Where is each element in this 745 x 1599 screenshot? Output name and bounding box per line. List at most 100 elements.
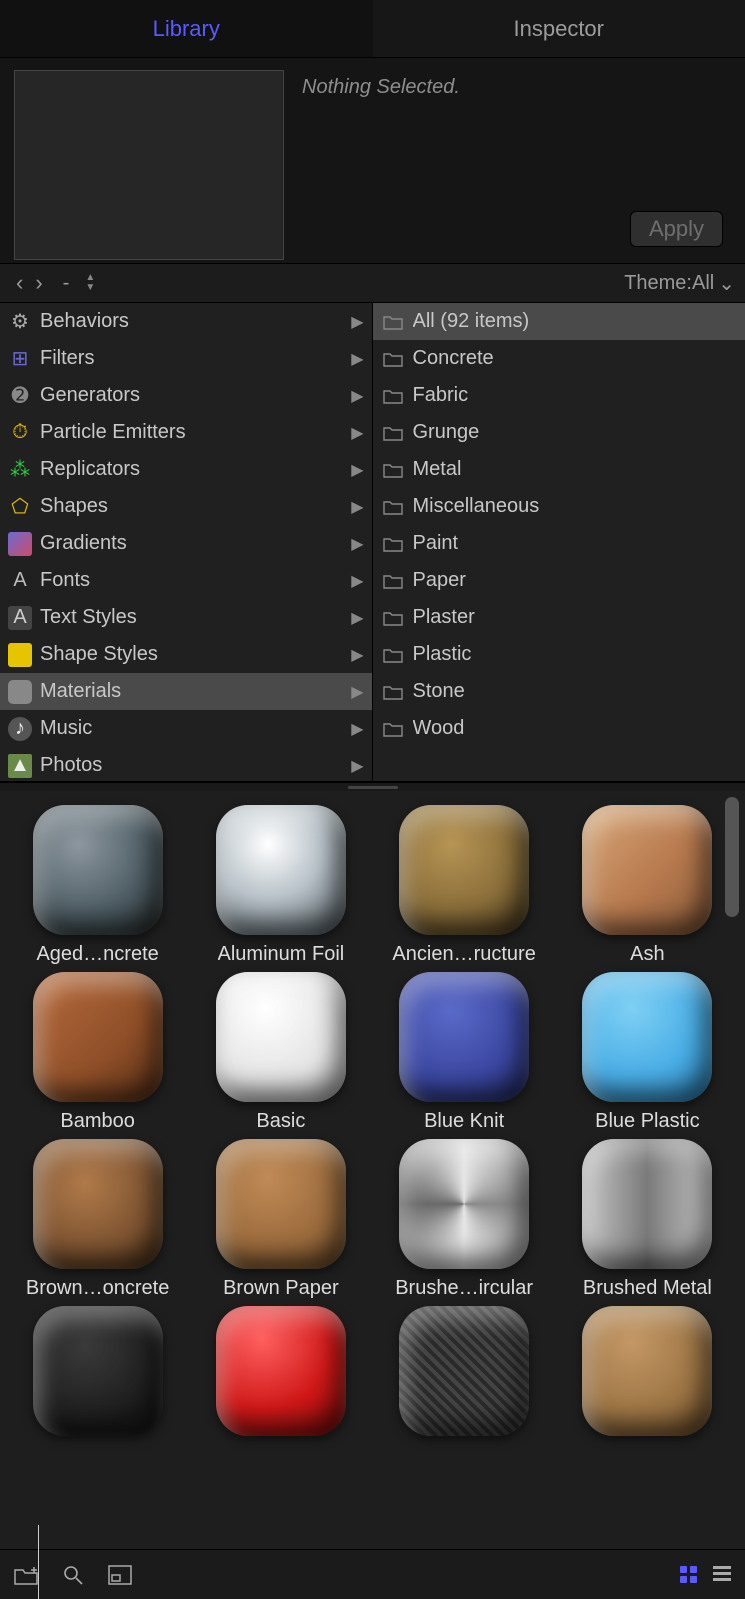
category-label: Gradients [40,532,343,555]
material-item[interactable]: Blue Plastic [556,972,739,1133]
folder-icon [381,606,405,630]
material-label: Bamboo [60,1110,135,1133]
subcategory-label: Paint [413,532,738,555]
subcategory-miscellaneous[interactable]: Miscellaneous [373,488,745,525]
subcategory-plaster[interactable]: Plaster [373,599,745,636]
folder-icon [381,458,405,482]
material-label: Brown…oncrete [26,1277,169,1300]
splitter-handle[interactable] [0,783,745,791]
subcategory-stone[interactable]: Stone [373,673,745,710]
path-stepper[interactable]: ▲▼ [85,273,95,293]
search-icon[interactable] [62,1564,84,1586]
material-item[interactable]: Ash [556,805,739,966]
material-label: Brushe…ircular [395,1277,533,1300]
chevron-right-icon: ▶ [351,497,363,517]
generators-icon: ➋ [8,384,32,408]
category-shape-styles[interactable]: Shape Styles▶ [0,636,372,673]
subcategory-fabric[interactable]: Fabric [373,377,745,414]
category-label: Particle Emitters [40,421,343,444]
chevron-right-icon: ▶ [351,312,363,332]
material-item[interactable]: Basic [189,972,372,1133]
preview-pane: Nothing Selected. Apply [0,58,745,263]
material-label: Basic [256,1110,305,1133]
folder-icon [381,347,405,371]
category-replicators[interactable]: ⁂Replicators▶ [0,451,372,488]
category-label: Photos [40,754,343,777]
apply-button[interactable]: Apply [630,211,723,247]
folder-icon [381,384,405,408]
material-swatch [582,972,712,1102]
list-view-button[interactable] [713,1566,731,1583]
material-item[interactable]: Bamboo [6,972,189,1133]
subcategory-metal[interactable]: Metal [373,451,745,488]
theme-value[interactable]: All [692,272,714,295]
folder-icon [381,532,405,556]
tab-library[interactable]: Library [0,0,373,57]
particle-icon: ⏱ [8,421,32,445]
subcategory-label: Concrete [413,347,738,370]
material-label: Ancien…ructure [392,943,535,966]
material-swatch [399,1306,529,1436]
chevron-right-icon: ▶ [351,534,363,554]
theme-label: Theme: [624,272,692,295]
chevron-right-icon: ▶ [351,645,363,665]
category-text-styles[interactable]: AText Styles▶ [0,599,372,636]
folder-icon [381,310,405,334]
material-item[interactable]: Brown…oncrete [6,1139,189,1300]
subcategory-paper[interactable]: Paper [373,562,745,599]
category-particle-emitters[interactable]: ⏱Particle Emitters▶ [0,414,372,451]
category-label: Behaviors [40,310,343,333]
category-label: Shapes [40,495,343,518]
new-folder-icon[interactable] [14,1565,38,1585]
category-behaviors[interactable]: ⚙Behaviors▶ [0,303,372,340]
material-item[interactable]: Brushe…ircular [373,1139,556,1300]
annotation-line [38,1525,39,1599]
preview-status: Nothing Selected. [302,76,460,251]
material-swatch [582,1306,712,1436]
material-item[interactable] [6,1306,189,1444]
material-swatch [216,972,346,1102]
material-item[interactable]: Aged…ncrete [6,805,189,966]
category-label: Filters [40,347,343,370]
material-swatch [399,805,529,935]
folder-icon [381,717,405,741]
subcategory-wood[interactable]: Wood [373,710,745,747]
material-item[interactable] [373,1306,556,1444]
category-materials[interactable]: Materials▶ [0,673,372,710]
nav-back-button[interactable]: ‹ [10,270,29,296]
category-label: Text Styles [40,606,343,629]
material-label: Aged…ncrete [36,943,158,966]
material-item[interactable]: Ancien…ructure [373,805,556,966]
material-item[interactable]: Brushed Metal [556,1139,739,1300]
nav-forward-button[interactable]: › [29,270,48,296]
category-gradients[interactable]: Gradients ▶ [0,525,372,562]
category-music[interactable]: ♪Music▶ [0,710,372,747]
material-item[interactable]: Aluminum Foil [189,805,372,966]
subcategory-concrete[interactable]: Concrete [373,340,745,377]
material-item[interactable] [556,1306,739,1444]
scrollbar[interactable] [725,797,739,917]
category-generators[interactable]: ➋Generators▶ [0,377,372,414]
material-swatch [216,805,346,935]
chevron-down-icon[interactable]: ⌄ [718,271,735,296]
category-photos[interactable]: ▲Photos▶ [0,747,372,781]
material-item[interactable]: Blue Knit [373,972,556,1133]
path-bar: ‹ › - ▲▼ Theme: All ⌄ [0,263,745,303]
category-shapes[interactable]: ⬠Shapes▶ [0,488,372,525]
subcategory-plastic[interactable]: Plastic [373,636,745,673]
subcategory-paint[interactable]: Paint [373,525,745,562]
subcategory-label: Paper [413,569,738,592]
material-label: Blue Plastic [595,1110,700,1133]
subcategory-all[interactable]: All (92 items) [373,303,745,340]
filters-icon: ⊞ [8,347,32,371]
subcategory-grunge[interactable]: Grunge [373,414,745,451]
category-label: Fonts [40,569,343,592]
material-item[interactable] [189,1306,372,1444]
material-item[interactable]: Brown Paper [189,1139,372,1300]
category-fonts[interactable]: AFonts▶ [0,562,372,599]
window-icon[interactable] [108,1565,132,1585]
material-swatch [33,972,163,1102]
category-filters[interactable]: ⊞Filters▶ [0,340,372,377]
tab-inspector[interactable]: Inspector [373,0,745,57]
icon-view-button[interactable] [680,1566,697,1583]
